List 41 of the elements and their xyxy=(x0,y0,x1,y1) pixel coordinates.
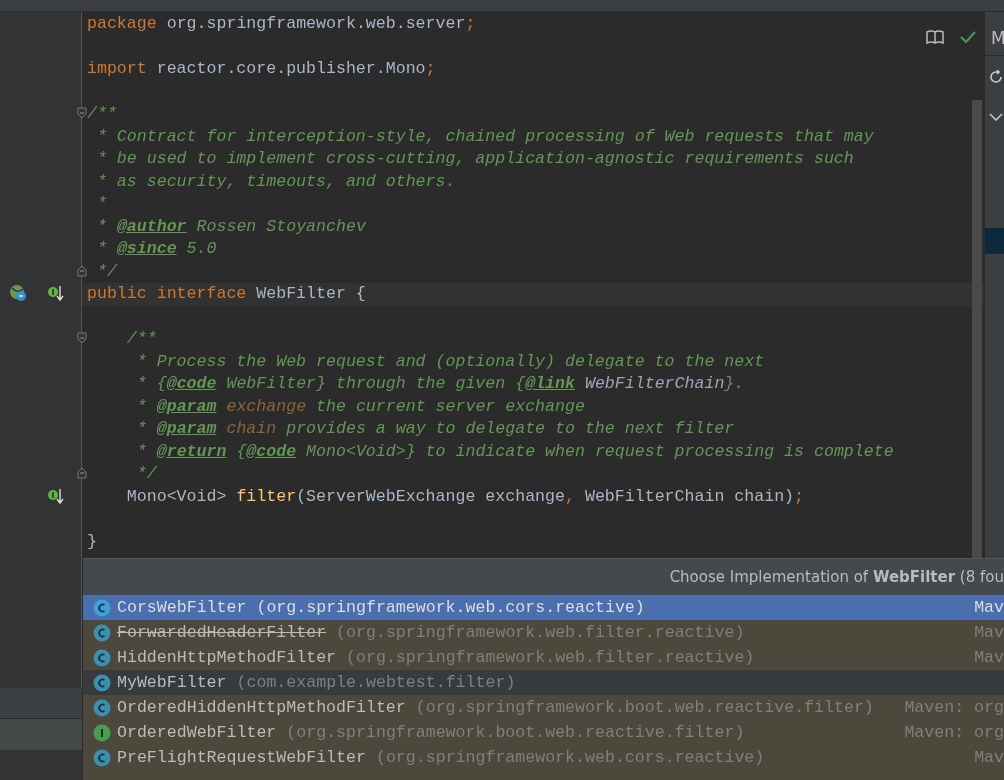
code-line: * @param chain provides a way to delegate to the next filter xyxy=(135,418,736,440)
popup-title: Choose Implementation of WebFilter (8 fou xyxy=(83,559,1004,595)
code-line: */ xyxy=(95,260,119,283)
code-line: * Contract for interception-style, chained processing of Web requests that may xyxy=(95,125,875,148)
class-icon xyxy=(93,623,111,642)
code-line: package org.springframework.web.server; xyxy=(86,13,477,35)
book-icon[interactable] xyxy=(926,30,944,44)
code-line: * as security, timeouts, and others. xyxy=(95,170,457,193)
code-line: * @author Rossen Stoyanchev xyxy=(95,215,367,238)
class-icon xyxy=(93,673,111,692)
code-line: * {@code WebFilter} through the given {@link WebFilterChain}. xyxy=(135,373,746,395)
code-line: * @return {@code Mono<Void>} to indicate when request processing is complete xyxy=(135,440,895,463)
code-line: Mono<Void> filter(ServerWebExchange exchange, WebFilterChain chain); xyxy=(125,485,805,508)
fold-icon[interactable] xyxy=(77,332,87,344)
chevron-down-icon[interactable] xyxy=(989,112,1003,121)
code-line: * Process the Web request and (optionally) delegate to the next xyxy=(135,350,766,373)
panel-title: M xyxy=(985,12,1004,56)
refresh-icon[interactable] xyxy=(989,69,1003,84)
interface-icon xyxy=(93,723,111,742)
class-icon xyxy=(93,698,111,717)
class-icon xyxy=(93,598,111,617)
code-line: * be used to implement cross-cutting, application-agnostic requirements such xyxy=(95,148,855,170)
fold-icon[interactable] xyxy=(77,107,87,119)
fold-icon[interactable] xyxy=(77,467,87,479)
code-line: * @since 5.0 xyxy=(95,238,218,260)
code-line: import reactor.core.publisher.Mono; xyxy=(86,58,437,80)
implemented-icon[interactable] xyxy=(47,486,65,505)
code-line: */ xyxy=(135,463,158,485)
implementation-item[interactable]: MyWebFilter (com.example.webtest.filter) xyxy=(83,670,1004,695)
implemented-icon[interactable] xyxy=(47,284,65,302)
code-line: * @param exchange the current server exchange xyxy=(135,395,586,418)
class-icon xyxy=(93,648,111,667)
fold-icon[interactable] xyxy=(77,264,87,277)
code-line: /** xyxy=(125,328,158,350)
class-icon xyxy=(93,748,111,767)
code-line: * xyxy=(95,193,108,215)
implementation-item[interactable]: CorsWebFilter (org.springframework.web.cors.reactive) Mav xyxy=(83,595,1004,620)
code-line: } xyxy=(86,530,98,553)
code-line: /** xyxy=(86,103,118,125)
check-icon[interactable] xyxy=(960,31,976,43)
bean-icon[interactable] xyxy=(9,284,27,302)
